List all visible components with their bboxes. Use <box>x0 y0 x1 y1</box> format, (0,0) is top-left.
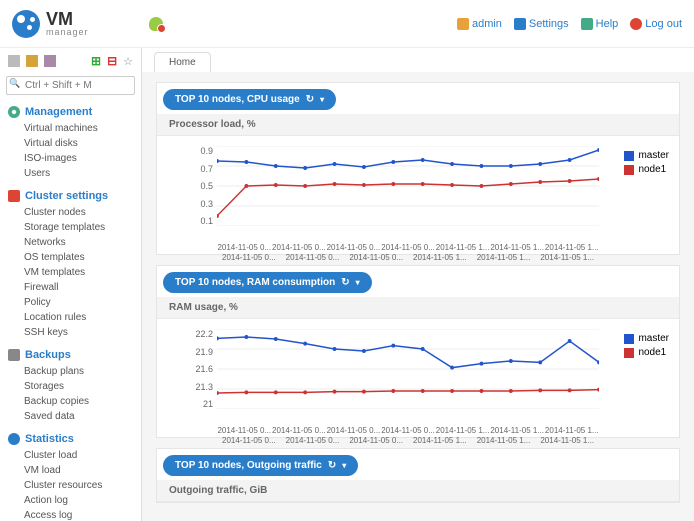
collapse-all-icon[interactable]: ⊟ <box>107 54 117 68</box>
admin-label: admin <box>472 18 502 30</box>
panel-subtitle: RAM usage, % <box>157 297 679 319</box>
tool-icon-2[interactable] <box>26 55 38 67</box>
legend-node1[interactable]: node1 <box>624 347 669 358</box>
legend: master node1 <box>624 333 669 361</box>
panel-subtitle: Processor load, % <box>157 114 679 136</box>
help-icon <box>581 18 593 30</box>
settings-link[interactable]: Settings <box>514 18 569 30</box>
x-axis-2: 2014-11-05 0...2014-11-05 0...2014-11-05… <box>217 253 599 262</box>
logo-subtitle: manager <box>46 28 89 37</box>
logo-title: VM <box>46 10 89 28</box>
panel: TOP 10 nodes, Outgoing traffic ↻ ▾ Outgo… <box>156 448 680 503</box>
panel: TOP 10 nodes, RAM consumption ↻ ▾ RAM us… <box>156 265 680 438</box>
sidebar-item[interactable]: VM templates <box>24 265 141 280</box>
logout-label: Log out <box>645 18 682 30</box>
sidebar-search <box>6 76 135 95</box>
sidebar-item[interactable]: Policy <box>24 295 141 310</box>
sidebar-item[interactable]: Virtual disks <box>24 136 141 151</box>
section-icon <box>8 349 20 361</box>
section-icon <box>8 190 20 202</box>
panel-title: TOP 10 nodes, RAM consumption <box>175 277 335 288</box>
legend: master node1 <box>624 150 669 178</box>
sidebar-item[interactable]: Location rules <box>24 310 141 325</box>
sidebar-item[interactable]: Action log <box>24 493 141 508</box>
logout-link[interactable]: Log out <box>630 18 682 30</box>
tool-icon-1[interactable] <box>8 55 20 67</box>
panel-title: TOP 10 nodes, Outgoing traffic <box>175 460 322 471</box>
sidebar-toolbar: ⊞ ⊟ ☆ <box>0 52 141 74</box>
section-title: Management <box>25 106 92 118</box>
admin-link[interactable]: admin <box>457 18 502 30</box>
expand-all-icon[interactable]: ⊞ <box>91 54 101 68</box>
settings-icon <box>514 18 526 30</box>
collapse-icon[interactable]: ▾ <box>320 95 324 104</box>
sidebar-item[interactable]: Cluster nodes <box>24 205 141 220</box>
logout-icon <box>630 18 642 30</box>
y-axis: 0.90.70.50.30.1 <box>187 146 213 226</box>
panel: TOP 10 nodes, CPU usage ↻ ▾ Processor lo… <box>156 82 680 255</box>
logo[interactable]: VM manager <box>12 10 89 38</box>
sidebar-item[interactable]: Firewall <box>24 280 141 295</box>
x-axis-2: 2014-11-05 0...2014-11-05 0...2014-11-05… <box>217 436 599 445</box>
section-title: Cluster settings <box>25 190 108 202</box>
section-title: Statistics <box>25 433 74 445</box>
sidebar-item[interactable]: Storage templates <box>24 220 141 235</box>
chart: 22.221.921.621.321 master node1 2014-11-… <box>157 319 679 437</box>
collapse-icon[interactable]: ▾ <box>342 461 346 470</box>
help-link[interactable]: Help <box>581 18 619 30</box>
refresh-icon[interactable]: ↻ <box>328 460 336 471</box>
section-head-2[interactable]: Backups <box>0 346 141 364</box>
section-icon <box>8 433 20 445</box>
sidebar-item[interactable]: SSH keys <box>24 325 141 340</box>
help-label: Help <box>596 18 619 30</box>
notification-bell-icon[interactable] <box>149 17 163 31</box>
section-head-1[interactable]: Cluster settings <box>0 187 141 205</box>
sidebar: ⊞ ⊟ ☆ Management Virtual machinesVirtual… <box>0 48 142 521</box>
sidebar-item[interactable]: Saved data <box>24 409 141 424</box>
logo-icon <box>12 10 40 38</box>
sidebar-item[interactable]: Users <box>24 166 141 181</box>
sidebar-item[interactable]: Access log <box>24 508 141 521</box>
sidebar-item[interactable]: OS templates <box>24 250 141 265</box>
section-head-3[interactable]: Statistics <box>0 430 141 448</box>
legend-master[interactable]: master <box>624 333 669 344</box>
x-axis: 2014-11-05 0...2014-11-05 0...2014-11-05… <box>217 243 599 252</box>
y-axis: 22.221.921.621.321 <box>187 329 213 409</box>
tab-bar: Home <box>142 48 694 72</box>
x-axis: 2014-11-05 0...2014-11-05 0...2014-11-05… <box>217 426 599 435</box>
panel-header: TOP 10 nodes, RAM consumption ↻ ▾ <box>163 272 372 293</box>
legend-master[interactable]: master <box>624 150 669 161</box>
sidebar-item[interactable]: Storages <box>24 379 141 394</box>
favorite-icon[interactable]: ☆ <box>123 55 133 68</box>
tab-home[interactable]: Home <box>154 52 211 72</box>
legend-node1[interactable]: node1 <box>624 164 669 175</box>
section-head-0[interactable]: Management <box>0 103 141 121</box>
sidebar-item[interactable]: VM load <box>24 463 141 478</box>
chart: 0.90.70.50.30.1 master node1 2014-11-05 … <box>157 136 679 254</box>
sidebar-item[interactable]: Cluster load <box>24 448 141 463</box>
panel-header: TOP 10 nodes, Outgoing traffic ↻ ▾ <box>163 455 358 476</box>
panel-title: TOP 10 nodes, CPU usage <box>175 94 300 105</box>
user-icon <box>457 18 469 30</box>
settings-label: Settings <box>529 18 569 30</box>
tool-icon-3[interactable] <box>44 55 56 67</box>
search-input[interactable] <box>6 76 135 95</box>
collapse-icon[interactable]: ▾ <box>356 278 360 287</box>
sidebar-item[interactable]: Cluster resources <box>24 478 141 493</box>
sidebar-item[interactable]: Virtual machines <box>24 121 141 136</box>
sidebar-item[interactable]: Backup copies <box>24 394 141 409</box>
sidebar-item[interactable]: ISO-images <box>24 151 141 166</box>
refresh-icon[interactable]: ↻ <box>341 277 349 288</box>
refresh-icon[interactable]: ↻ <box>306 94 314 105</box>
sidebar-item[interactable]: Backup plans <box>24 364 141 379</box>
section-title: Backups <box>25 349 71 361</box>
panel-header: TOP 10 nodes, CPU usage ↻ ▾ <box>163 89 336 110</box>
section-icon <box>8 106 20 118</box>
panel-subtitle: Outgoing traffic, GiB <box>157 480 679 502</box>
content-area: Home TOP 10 nodes, CPU usage ↻ ▾ Process… <box>142 48 694 521</box>
sidebar-item[interactable]: Networks <box>24 235 141 250</box>
